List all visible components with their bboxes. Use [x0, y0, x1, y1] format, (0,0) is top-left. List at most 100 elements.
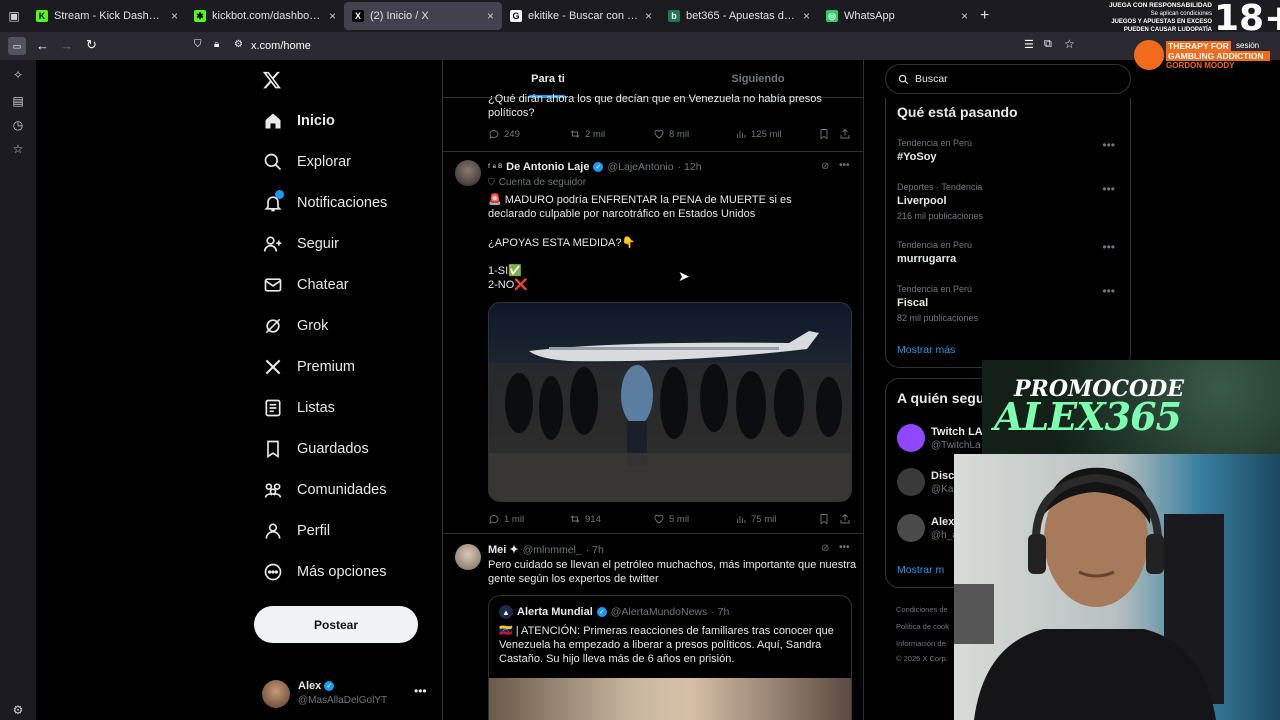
browser-tab[interactable]: ✱ kickbot.com/dashboard/tts/con × [186, 2, 344, 30]
views-button[interactable]: 75 mil [735, 513, 776, 525]
quote-author-handle: @AlertaMundoNews [610, 606, 708, 618]
quoted-tweet[interactable]: ▲ Alerta Mundial ✓ @AlertaMundoNews · 7h… [488, 595, 852, 720]
lock-icon[interactable]: 🔒︎ [214, 39, 219, 50]
tab-close-icon[interactable]: × [487, 9, 494, 23]
trend-item[interactable]: Deportes · Tendencia Liverpool 216 mil pub… [897, 182, 1127, 221]
browser-tab[interactable]: Gekitike - Buscar con Google × [502, 2, 660, 30]
account-handle: @MasAllaDelGolYT [298, 695, 388, 706]
show-more-link-2[interactable]: Mostrar m [897, 564, 944, 576]
more-dots-icon[interactable]: ••• [1102, 240, 1115, 254]
permissions-icon[interactable]: ⚙︎ [234, 39, 243, 50]
back-button[interactable]: ← [36, 38, 49, 53]
repost-button[interactable]: 914 [569, 513, 601, 525]
reply-button[interactable]: 1 mil [488, 513, 524, 525]
views-button[interactable]: 125 mil [735, 128, 782, 140]
nav-item-guardados[interactable]: Guardados [263, 436, 369, 462]
avatar[interactable] [455, 160, 481, 186]
nav-item-perfil[interactable]: Perfil [263, 518, 330, 544]
more-dots-icon[interactable]: ••• [839, 160, 850, 171]
tweet-media-video[interactable] [488, 302, 852, 502]
tab-close-icon[interactable]: × [645, 9, 652, 23]
share-button[interactable] [839, 128, 851, 140]
tab-overview-icon[interactable]: ▣ [0, 2, 28, 30]
new-tab-button[interactable]: + [980, 7, 989, 25]
search-input[interactable]: Buscar [885, 64, 1131, 94]
footer-cookies[interactable]: Política de cook [896, 622, 949, 631]
nav-item-más-opciones[interactable]: Más opciones [263, 559, 386, 585]
trend-item[interactable]: Tendencia en Perú Fiscal 82 mil publicacio… [897, 284, 1127, 323]
tweet-laje[interactable]: ᶠ ᵃ ᴮ De Antonio Laje ✓ @LajeAntonio · 1… [443, 152, 863, 534]
grok-icon[interactable]: ⊘ [821, 161, 829, 172]
url-field[interactable]: x.com/home [251, 40, 311, 52]
author-handle[interactable]: @LajeAntonio [607, 161, 673, 173]
nav-item-notificaciones[interactable]: Notificaciones [263, 190, 387, 216]
trend-item[interactable]: Tendencia en Perú murrugarra ••• [897, 240, 1127, 265]
nav-item-premium[interactable]: Premium [263, 354, 355, 380]
repost-button[interactable]: 2 mil [569, 128, 605, 140]
views-chart-icon [737, 516, 746, 523]
share-button[interactable] [839, 513, 851, 525]
like-button[interactable]: 8 mil [653, 128, 689, 140]
more-dots-icon[interactable]: ••• [1102, 138, 1115, 152]
tweet-mei[interactable]: Mei ✦ @mlnmmel_ · 7h ⊘ ••• Pero cuidado … [443, 534, 863, 720]
bookmark-button[interactable] [818, 128, 830, 140]
nav-item-chatear[interactable]: Chatear [263, 272, 349, 298]
forward-button[interactable]: → [60, 38, 73, 53]
more-dots-icon[interactable]: ••• [414, 684, 427, 698]
browser-tab[interactable]: ◎ WhatsApp × [818, 2, 976, 30]
nav-item-grok[interactable]: Grok [263, 313, 328, 339]
browser-tab[interactable]: K Stream - Kick Dashboard × [28, 2, 186, 30]
post-button[interactable]: Postear [254, 606, 418, 643]
more-dots-icon[interactable]: ••• [1102, 182, 1115, 196]
x-logo-icon[interactable] [262, 70, 284, 92]
footer-terms[interactable]: Condiciones de [896, 605, 948, 614]
browser-tab[interactable]: X (2) Inicio / X × [344, 2, 502, 30]
nav-item-seguir[interactable]: Seguir [263, 231, 339, 257]
reading-list-icon[interactable]: ▤ [11, 94, 25, 108]
tab-favicon-icon: K [36, 10, 48, 22]
avatar[interactable] [455, 544, 481, 570]
bookmark-button[interactable] [818, 513, 830, 525]
pocket-icon[interactable]: ⧉ [1044, 38, 1052, 51]
tab-close-icon[interactable]: × [961, 9, 968, 23]
nav-item-inicio[interactable]: Inicio [263, 108, 335, 134]
more-dots-icon[interactable]: ••• [1102, 284, 1115, 298]
nav-label: Guardados [297, 441, 369, 457]
history-icon[interactable]: ◷ [11, 118, 25, 132]
more-dots-icon[interactable]: ••• [839, 542, 850, 553]
bookmarks-star-icon[interactable]: ☆ [11, 142, 25, 156]
tweet-text-line4: 2-NO❌ [488, 279, 528, 291]
tweet-time[interactable]: · 12h [678, 161, 702, 173]
account-switcher[interactable]: Alex ✓ @MasAllaDelGolYT ••• [260, 678, 432, 714]
reload-button[interactable]: ↻ [86, 37, 97, 53]
trend-item[interactable]: Tendencia en Perú #YoSoy ••• [897, 138, 1127, 163]
share-icon [840, 128, 850, 139]
author-name[interactable]: Mei ✦ [488, 543, 519, 556]
author-handle[interactable]: @mlnmmel_ [523, 544, 582, 556]
bookmark-star-icon[interactable]: ☆ [1064, 37, 1075, 51]
tweet-time[interactable]: · 7h [586, 544, 604, 556]
reply-button[interactable]: 249 [488, 128, 520, 140]
nav-item-comunidades[interactable]: Comunidades [263, 477, 386, 503]
reader-view-icon[interactable]: ☰ [1024, 38, 1034, 51]
sidebar-toggle-icon[interactable]: ▭ [8, 37, 26, 55]
nav-item-explorar[interactable]: Explorar [263, 149, 351, 175]
grok-icon[interactable]: ⊘ [821, 543, 829, 554]
tab-close-icon[interactable]: × [803, 9, 810, 23]
author-name[interactable]: De Antonio Laje [506, 161, 589, 173]
show-more-link[interactable]: Mostrar más [897, 344, 955, 356]
like-button[interactable]: 5 mil [653, 513, 689, 525]
tweet-previous[interactable]: ¿Qué dirán ahora los que decían que en V… [443, 93, 863, 152]
footer-info[interactable]: Información de [896, 639, 946, 648]
trend-name: Liverpool [897, 195, 947, 207]
tab-close-icon[interactable]: × [171, 9, 178, 23]
nav-item-listas[interactable]: Listas [263, 395, 335, 421]
quote-media-image[interactable] [489, 678, 851, 720]
ai-sparkle-icon[interactable]: ✧ [11, 68, 25, 82]
browser-tab[interactable]: b bet365 - Apuestas deportivas e × [660, 2, 818, 30]
tab-close-icon[interactable]: × [329, 9, 336, 23]
shield-icon[interactable]: ⛉ [194, 39, 202, 50]
search-icon [263, 152, 283, 172]
settings-gear-icon[interactable]: ⚙︎ [11, 703, 25, 717]
trend-count: 82 mil publicaciones [897, 313, 979, 323]
